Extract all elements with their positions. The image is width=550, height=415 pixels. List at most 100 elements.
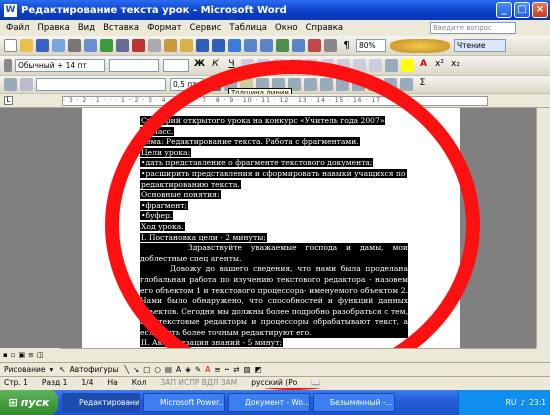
draw-table-icon[interactable]: [4, 78, 17, 91]
print-preview-icon[interactable]: [84, 39, 97, 52]
fill-color-icon[interactable]: ◈: [185, 365, 191, 374]
line-icon[interactable]: ╲: [124, 365, 129, 374]
web-view-icon[interactable]: ▫: [11, 351, 16, 359]
maximize-button[interactable]: □: [514, 2, 530, 18]
highlight-icon[interactable]: [401, 59, 414, 72]
styles-icon[interactable]: [4, 59, 12, 72]
document-map-icon[interactable]: [324, 39, 337, 52]
help-search-input[interactable]: Введите вопрос: [430, 22, 516, 34]
menu-tools[interactable]: Сервис: [190, 23, 222, 33]
columns-icon[interactable]: [292, 39, 305, 52]
arrow-style-icon[interactable]: ⇄: [233, 365, 239, 374]
clock: 23:1: [529, 398, 546, 407]
menu-view[interactable]: Вид: [78, 23, 95, 33]
menu-window[interactable]: Окно: [275, 23, 298, 33]
taskbar-item-powerpoint[interactable]: Microsoft Power...: [143, 393, 225, 412]
menu-file[interactable]: Файл: [6, 23, 29, 33]
shadow-icon[interactable]: ▧: [243, 365, 250, 374]
status-pages: 1/4: [81, 378, 94, 387]
taskbar-item-document[interactable]: Документ - Wo...: [228, 393, 310, 412]
superscript-icon[interactable]: x²: [433, 59, 446, 72]
print-icon[interactable]: [68, 39, 81, 52]
line-style-select[interactable]: [36, 78, 166, 91]
cut-icon[interactable]: [132, 39, 145, 52]
eraser-icon[interactable]: [20, 78, 33, 91]
redo-icon[interactable]: [212, 39, 225, 52]
status-language: русский (Ро: [251, 378, 298, 387]
format-painter-icon[interactable]: [180, 39, 193, 52]
autoshapes-menu[interactable]: Автофигуры: [70, 365, 119, 374]
dash-style-icon[interactable]: ┅: [225, 365, 230, 374]
font-color-draw-icon[interactable]: A: [205, 365, 210, 374]
font-select[interactable]: [109, 59, 159, 72]
status-col: Кол: [131, 378, 147, 387]
sort-descending-icon[interactable]: [400, 78, 413, 91]
menu-table[interactable]: Таблица: [229, 23, 267, 33]
permission-icon[interactable]: [52, 39, 65, 52]
draw-menu[interactable]: Рисование: [4, 365, 46, 374]
font-size-select[interactable]: [163, 59, 189, 72]
arrow-icon[interactable]: ↘: [133, 365, 139, 374]
copy-icon[interactable]: [148, 39, 161, 52]
zoom-select[interactable]: 80%: [356, 39, 386, 52]
minimize-button[interactable]: _: [496, 2, 512, 18]
taskbar-item-word[interactable]: Редактировани...: [62, 393, 140, 412]
research-icon[interactable]: [116, 39, 129, 52]
draw-dropdown-icon[interactable]: ▾: [50, 365, 54, 374]
vertical-scrollbar[interactable]: [536, 108, 550, 348]
menu-edit[interactable]: Правка: [37, 23, 69, 33]
print-layout-icon[interactable]: ▣: [19, 351, 26, 359]
spelling-status-icon: 📖: [311, 378, 321, 387]
font-color-icon[interactable]: A: [417, 59, 430, 72]
read-button[interactable]: Чтение: [454, 39, 506, 52]
drawing-icon[interactable]: [308, 39, 321, 52]
tables-borders-icon[interactable]: [244, 39, 257, 52]
rectangle-icon[interactable]: □: [143, 365, 150, 374]
paste-icon[interactable]: [164, 39, 177, 52]
undo-icon[interactable]: [196, 39, 209, 52]
word-icon: W: [4, 3, 17, 17]
3d-icon[interactable]: ◩: [255, 365, 262, 374]
new-document-icon[interactable]: [4, 39, 17, 52]
normal-view-icon[interactable]: ▪: [3, 351, 8, 359]
red-oval-annotation: [105, 60, 480, 390]
insert-excel-icon[interactable]: [276, 39, 289, 52]
system-tray: RU ♪ 23:1: [458, 390, 550, 415]
close-button[interactable]: ×: [532, 2, 548, 18]
border-icon[interactable]: [385, 59, 398, 72]
spelling-icon[interactable]: [100, 39, 113, 52]
outline-view-icon[interactable]: ≡: [28, 351, 34, 359]
show-formatting-icon[interactable]: ¶: [340, 39, 353, 52]
style-select[interactable]: Обычный + 14 пт: [15, 59, 105, 72]
textbox-icon[interactable]: ▤: [165, 365, 172, 374]
tab-selector-icon[interactable]: L: [4, 96, 13, 105]
language-indicator[interactable]: RU: [506, 398, 517, 407]
autosum-icon[interactable]: Σ: [416, 78, 429, 91]
line-color-icon[interactable]: ✎: [195, 365, 201, 374]
horizontal-scrollbar[interactable]: [60, 348, 536, 362]
start-button[interactable]: ⊞ пуск: [0, 390, 58, 415]
window-title: Редактирование текста урок - Microsoft W…: [21, 4, 287, 16]
insert-table-icon[interactable]: [260, 39, 273, 52]
increase-indent-icon[interactable]: [369, 59, 382, 72]
line-style-icon[interactable]: ≡: [214, 365, 220, 374]
save-icon[interactable]: [36, 39, 49, 52]
menu-format[interactable]: Формат: [147, 23, 182, 33]
oval-icon[interactable]: ○: [154, 365, 161, 374]
italic-icon[interactable]: К: [209, 59, 222, 72]
taskbar-item-paint[interactable]: Безымянный -...: [313, 393, 395, 412]
menu-insert[interactable]: Вставка: [103, 23, 139, 33]
select-objects-icon[interactable]: ↖: [59, 365, 65, 374]
wordart-icon[interactable]: A: [176, 365, 181, 374]
drawing-toolbar: Рисование ▾ ↖ Автофигуры ╲ ↘ □ ○ ▤ A ◈ ✎…: [0, 362, 550, 376]
title-bar: W Редактирование текста урок - Microsoft…: [0, 0, 550, 20]
subscript-icon[interactable]: x₂: [449, 59, 462, 72]
open-icon[interactable]: [20, 39, 33, 52]
bold-icon[interactable]: Ж: [193, 59, 206, 72]
office-assistant-icon[interactable]: [390, 38, 450, 53]
volume-icon[interactable]: ♪: [520, 398, 525, 407]
hyperlink-icon[interactable]: [228, 39, 241, 52]
status-at: На: [107, 378, 118, 387]
menu-help[interactable]: Справка: [306, 23, 343, 33]
reading-view-icon[interactable]: ◫: [37, 351, 44, 359]
